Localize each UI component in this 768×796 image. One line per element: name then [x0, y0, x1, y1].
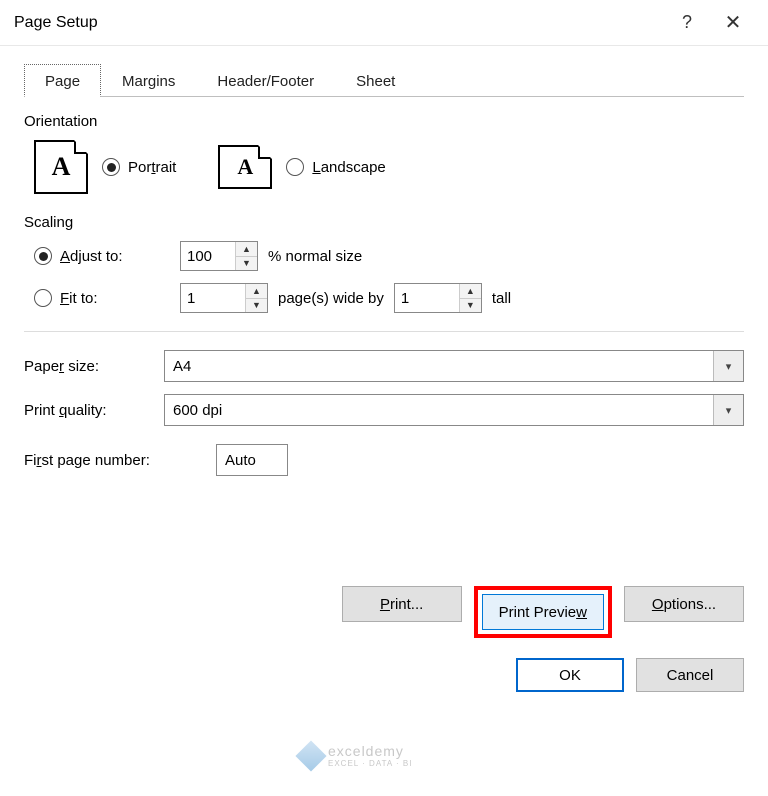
paper-size-label: Paper size: — [24, 358, 152, 375]
divider — [24, 331, 744, 332]
chevron-down-icon[interactable]: ▼ — [246, 299, 267, 313]
close-button[interactable]: ✕ — [710, 3, 756, 43]
fit-wide-spinner[interactable]: 1 ▲▼ — [180, 283, 268, 313]
radio-portrait-label: Portrait — [128, 159, 176, 176]
first-page-value: Auto — [225, 452, 256, 469]
tab-margins[interactable]: Margins — [101, 64, 196, 97]
radio-dot-icon — [102, 158, 120, 176]
spinner-arrows[interactable]: ▲▼ — [245, 284, 267, 312]
help-button[interactable]: ? — [664, 3, 710, 43]
tab-header-footer[interactable]: Header/Footer — [196, 64, 335, 97]
options-button[interactable]: Options... — [624, 586, 744, 622]
fit-wide-value[interactable]: 1 — [181, 284, 245, 312]
titlebar: Page Setup ? ✕ — [0, 0, 768, 46]
print-button[interactable]: Print... — [342, 586, 462, 622]
scaling-label: Scaling — [24, 214, 744, 231]
orientation-label: Orientation — [24, 113, 744, 130]
paper-size-dropdown[interactable]: A4 ▾ — [164, 350, 744, 382]
spinner-arrows[interactable]: ▲▼ — [459, 284, 481, 312]
fit-tall-value[interactable]: 1 — [395, 284, 459, 312]
chevron-up-icon[interactable]: ▲ — [460, 284, 481, 299]
tab-page[interactable]: Page — [24, 64, 101, 97]
radio-fit[interactable]: Fit to: — [34, 289, 142, 307]
dialog-content: Page Margins Header/Footer Sheet Orienta… — [0, 46, 768, 706]
chevron-down-icon[interactable]: ▾ — [713, 351, 743, 381]
chevron-down-icon[interactable]: ▾ — [713, 395, 743, 425]
chevron-up-icon[interactable]: ▲ — [236, 242, 257, 257]
radio-adjust-label: Adjust to: — [60, 248, 123, 265]
watermark-brand: exceldemy — [328, 743, 412, 759]
portrait-icon: A — [34, 140, 88, 194]
cancel-button[interactable]: Cancel — [636, 658, 744, 692]
radio-landscape[interactable]: Landscape — [286, 158, 385, 176]
print-quality-value: 600 dpi — [173, 402, 222, 419]
highlight-annotation: Print Preview — [474, 586, 612, 638]
fit-tall-spinner[interactable]: 1 ▲▼ — [394, 283, 482, 313]
action-button-row: Print... Print Preview Options... — [24, 586, 744, 638]
watermark-logo-icon — [295, 740, 326, 771]
chevron-down-icon[interactable]: ▼ — [460, 299, 481, 313]
first-page-input[interactable]: Auto — [216, 444, 288, 476]
print-preview-button[interactable]: Print Preview — [482, 594, 604, 630]
scaling-group: Adjust to: 100 ▲▼ % normal size Fit to: … — [24, 241, 744, 313]
adjust-percent-value[interactable]: 100 — [181, 242, 235, 270]
fit-mid-label: page(s) wide by — [278, 290, 384, 307]
watermark: exceldemy EXCEL · DATA · BI — [300, 743, 412, 768]
ok-button[interactable]: OK — [516, 658, 624, 692]
spinner-arrows[interactable]: ▲▼ — [235, 242, 257, 270]
fit-tall-suffix: tall — [492, 290, 511, 307]
orientation-group: A Portrait A Landscape — [24, 140, 744, 194]
radio-landscape-label: Landscape — [312, 159, 385, 176]
radio-dot-icon — [34, 289, 52, 307]
chevron-up-icon[interactable]: ▲ — [246, 284, 267, 299]
radio-fit-label: Fit to: — [60, 290, 98, 307]
watermark-sub: EXCEL · DATA · BI — [328, 759, 412, 768]
tab-sheet[interactable]: Sheet — [335, 64, 416, 97]
radio-adjust[interactable]: Adjust to: — [34, 247, 142, 265]
print-quality-dropdown[interactable]: 600 dpi ▾ — [164, 394, 744, 426]
dialog-title: Page Setup — [14, 14, 664, 32]
paper-size-value: A4 — [173, 358, 191, 375]
radio-dot-icon — [286, 158, 304, 176]
print-quality-label: Print quality: — [24, 402, 152, 419]
chevron-down-icon[interactable]: ▼ — [236, 257, 257, 271]
landscape-icon: A — [218, 145, 272, 189]
tab-strip: Page Margins Header/Footer Sheet — [24, 64, 744, 97]
footer-button-row: OK Cancel — [24, 658, 744, 692]
adjust-suffix: % normal size — [268, 248, 362, 265]
adjust-percent-spinner[interactable]: 100 ▲▼ — [180, 241, 258, 271]
first-page-label: First page number: — [24, 452, 204, 469]
radio-portrait[interactable]: Portrait — [102, 158, 176, 176]
radio-dot-icon — [34, 247, 52, 265]
